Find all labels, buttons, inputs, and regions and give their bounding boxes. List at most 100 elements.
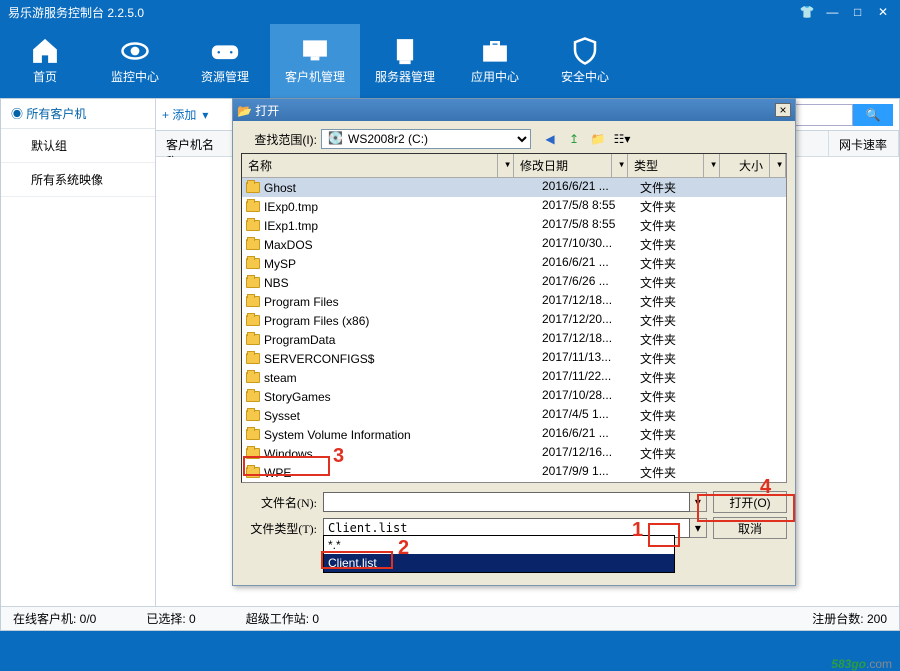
folder-row[interactable]: Ghost2016/6/21 ...文件夹 <box>242 178 786 197</box>
lookin-row: 查找范围(I): 💽 WS2008r2 (C:) ◀ ↥ 📁 ☷▾ <box>241 129 787 149</box>
folder-row[interactable]: IExp1.tmp2017/5/8 8:55文件夹 <box>242 216 786 235</box>
cancel-button[interactable]: 取消 <box>713 517 787 539</box>
col-type[interactable]: 类型 <box>628 154 704 177</box>
new-folder-icon[interactable]: 📁 <box>589 130 607 148</box>
eye-icon <box>90 34 180 68</box>
folder-row[interactable]: 用户2017/12/28...文件夹 <box>242 482 786 483</box>
sidebar: 所有客户机 默认组 所有系统映像 <box>1 99 156 630</box>
nav-server[interactable]: 服务器管理 <box>360 24 450 98</box>
folder-row[interactable]: NBS2017/6/26 ...文件夹 <box>242 273 786 292</box>
folder-icon <box>246 391 260 402</box>
filename-label: 文件名(N): <box>241 494 317 511</box>
folder-row[interactable]: MaxDOS2017/10/30...文件夹 <box>242 235 786 254</box>
folder-row[interactable]: System Volume Information2016/6/21 ...文件… <box>242 425 786 444</box>
sidebar-all-clients[interactable]: 所有客户机 <box>1 99 155 129</box>
server-icon <box>360 34 450 68</box>
folder-icon <box>246 467 260 478</box>
folder-row[interactable]: IExp0.tmp2017/5/8 8:55文件夹 <box>242 197 786 216</box>
nav-label: 首页 <box>0 68 90 85</box>
nav-label: 安全中心 <box>540 68 630 85</box>
folder-icon <box>246 258 260 269</box>
folder-icon <box>246 277 260 288</box>
view-icon[interactable]: ☷▾ <box>613 130 631 148</box>
close-button[interactable]: ✕ <box>874 5 892 19</box>
folder-icon <box>246 353 260 364</box>
folder-icon <box>246 182 260 193</box>
folder-row[interactable]: Windows2017/12/16...文件夹 <box>242 444 786 463</box>
col-date[interactable]: 修改日期 <box>514 154 612 177</box>
nav-label: 客户机管理 <box>270 68 360 85</box>
status-registered: 注册台数: 200 <box>812 610 887 627</box>
app-title: 易乐游服务控制台 2.2.5.0 <box>8 4 144 21</box>
col-size[interactable]: 大小 <box>720 154 770 177</box>
folder-icon <box>246 315 260 326</box>
col-client-name[interactable]: 客户机名称 <box>156 131 236 156</box>
file-list[interactable]: 名称 ▾ 修改日期 ▾ 类型 ▾ 大小 ▾ Ghost2016/6/21 ...… <box>241 153 787 483</box>
titlebar: 易乐游服务控制台 2.2.5.0 👕 — □ ✕ <box>0 0 900 24</box>
status-online: 在线客户机: 0/0 <box>13 610 96 627</box>
filetype-dropdown-button[interactable]: ▾ <box>690 518 707 538</box>
nav-monitor[interactable]: 客户机管理 <box>270 24 360 98</box>
folder-icon <box>246 372 260 383</box>
folder-row[interactable]: MySP2016/6/21 ...文件夹 <box>242 254 786 273</box>
filename-input[interactable] <box>323 492 690 512</box>
lookin-label: 查找范围(I): <box>241 131 317 148</box>
nav-label: 服务器管理 <box>360 68 450 85</box>
filename-dropdown-button[interactable]: ▾ <box>690 492 707 512</box>
folder-row[interactable]: Sysset2017/4/5 1...文件夹 <box>242 406 786 425</box>
folder-row[interactable]: SERVERCONFIGS$2017/11/13...文件夹 <box>242 349 786 368</box>
filetype-dropdown[interactable]: *.*Client.list <box>323 535 675 573</box>
maximize-button[interactable]: □ <box>849 5 867 19</box>
nav-label: 应用中心 <box>450 68 540 85</box>
filetype-option[interactable]: Client.list <box>324 554 674 572</box>
filetype-option[interactable]: *.* <box>324 536 674 554</box>
minimize-button[interactable]: — <box>823 5 841 19</box>
dialog-titlebar: 📂 打开 × <box>233 99 795 121</box>
folder-icon <box>246 429 260 440</box>
folder-row[interactable]: steam2017/11/22...文件夹 <box>242 368 786 387</box>
folder-icon <box>246 239 260 250</box>
col-name[interactable]: 名称 <box>242 154 498 177</box>
filetype-label: 文件类型(T): <box>241 520 317 537</box>
folder-icon <box>246 334 260 345</box>
open-button[interactable]: 打开(O) <box>713 491 787 513</box>
sidebar-item-default-group[interactable]: 默认组 <box>1 129 155 163</box>
folder-row[interactable]: WPE2017/9/9 1...文件夹 <box>242 463 786 482</box>
disk-icon: 💽 <box>328 131 343 145</box>
dialog-close-button[interactable]: × <box>775 103 791 117</box>
home-icon <box>0 34 90 68</box>
folder-icon <box>246 220 260 231</box>
folder-row[interactable]: Program Files (x86)2017/12/20...文件夹 <box>242 311 786 330</box>
status-bar: 在线客户机: 0/0 已选择: 0 超级工作站: 0 注册台数: 200 <box>1 606 899 630</box>
nav-label: 资源管理 <box>180 68 270 85</box>
folder-row[interactable]: StoryGames2017/10/28...文件夹 <box>242 387 786 406</box>
nav-briefcase[interactable]: 应用中心 <box>450 24 540 98</box>
up-icon[interactable]: ↥ <box>565 130 583 148</box>
lookin-select[interactable]: WS2008r2 (C:) <box>321 129 531 149</box>
gamepad-icon <box>180 34 270 68</box>
back-icon[interactable]: ◀ <box>541 130 559 148</box>
search-button[interactable]: 🔍 <box>853 104 893 126</box>
briefcase-icon <box>450 34 540 68</box>
add-button[interactable]: + 添加 <box>162 106 196 123</box>
col-nic-speed[interactable]: 网卡速率 <box>829 131 899 156</box>
folder-row[interactable]: ProgramData2017/12/18...文件夹 <box>242 330 786 349</box>
dropdown-icon[interactable]: ▾ <box>202 108 208 122</box>
status-selected: 已选择: 0 <box>146 610 195 627</box>
folder-row[interactable]: Program Files2017/12/18...文件夹 <box>242 292 786 311</box>
dialog-title: 打开 <box>255 104 279 118</box>
folder-icon <box>246 296 260 307</box>
sidebar-item-all-images[interactable]: 所有系统映像 <box>1 163 155 197</box>
shield-icon <box>540 34 630 68</box>
nav-shield[interactable]: 安全中心 <box>540 24 630 98</box>
top-nav: 首页监控中心资源管理客户机管理服务器管理应用中心安全中心 <box>0 24 900 98</box>
status-superws: 超级工作站: 0 <box>246 610 319 627</box>
nav-eye[interactable]: 监控中心 <box>90 24 180 98</box>
file-list-header: 名称 ▾ 修改日期 ▾ 类型 ▾ 大小 ▾ <box>242 154 786 178</box>
watermark: 583go.com <box>831 657 892 671</box>
tshirt-icon[interactable]: 👕 <box>798 5 816 19</box>
nav-home[interactable]: 首页 <box>0 24 90 98</box>
filename-row: 文件名(N): ▾ 打开(O) <box>241 489 787 515</box>
nav-gamepad[interactable]: 资源管理 <box>180 24 270 98</box>
folder-icon <box>246 410 260 421</box>
